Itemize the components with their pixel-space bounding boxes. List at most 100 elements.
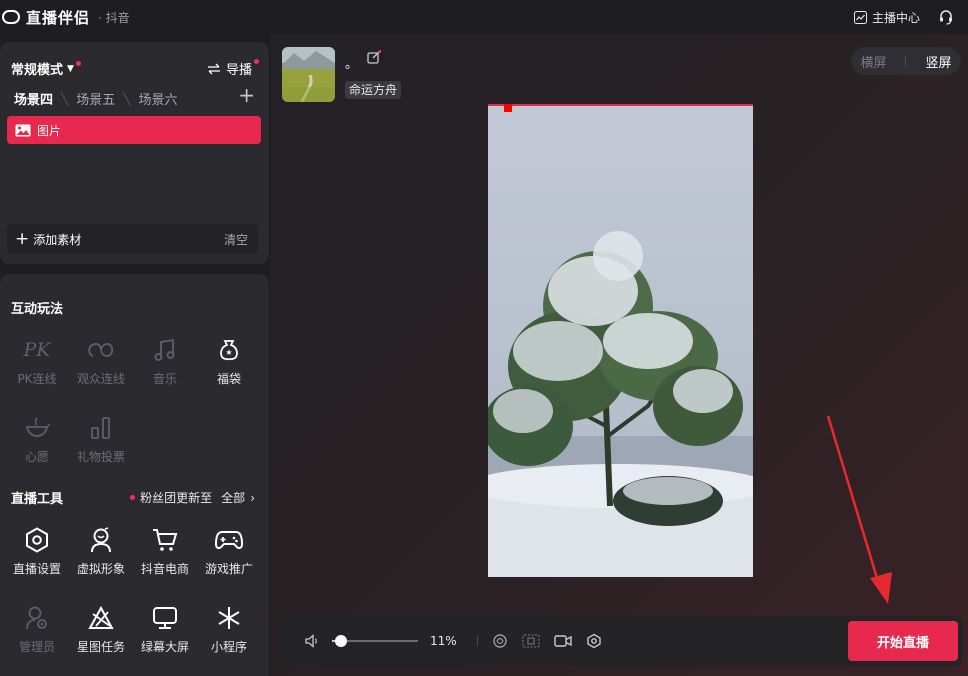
- tool-label: PK连线: [17, 372, 57, 386]
- green-screen-tool[interactable]: 绿幕大屏: [133, 598, 197, 676]
- tool-label: 绿幕大屏: [140, 640, 189, 654]
- game-promo-tool[interactable]: 游戏推广: [197, 520, 261, 598]
- title-bar: 直播伴侣 · 抖音 主播中心: [0, 0, 968, 34]
- tab-scene-6[interactable]: 场景六: [139, 89, 178, 108]
- tool-label: 管理员: [18, 640, 55, 654]
- live-tools-title: 直播工具: [11, 492, 64, 507]
- monitor-icon: [151, 604, 179, 632]
- divider: [905, 55, 907, 67]
- edit-title-icon[interactable]: [367, 50, 381, 64]
- tab-separator: ╲: [123, 91, 131, 106]
- chart-icon: [853, 10, 867, 24]
- control-bar: 11% 开始直播: [280, 616, 962, 666]
- stream-title: 。: [345, 57, 359, 72]
- pk-icon: PK: [23, 339, 51, 361]
- volume-slider[interactable]: [332, 635, 418, 647]
- mode-selector[interactable]: 常规模式 ▼: [11, 59, 81, 78]
- notification-dot: [130, 495, 136, 500]
- stream-cover-thumbnail[interactable]: [282, 47, 335, 102]
- gamepad-icon: [215, 526, 243, 554]
- tool-label: 游戏推广: [204, 562, 253, 576]
- scene-item-image[interactable]: 图片: [7, 116, 261, 144]
- music-icon: [151, 336, 179, 364]
- add-material-button[interactable]: + 添加素材: [15, 231, 81, 248]
- scene-tabs: 场景四 ╲ 场景五 ╲ 场景六: [14, 89, 178, 109]
- gift-vote-icon: [87, 414, 115, 442]
- admin-icon: [23, 604, 51, 632]
- mini-program-tool[interactable]: 小程序: [197, 598, 261, 676]
- swap-icon: [207, 63, 220, 74]
- cart-icon: [151, 526, 179, 554]
- screen-mirror-icon[interactable]: [522, 634, 540, 648]
- wish-icon: [23, 414, 51, 442]
- pk-link-tool[interactable]: PK PK连线: [5, 330, 69, 408]
- settings-icon[interactable]: [586, 633, 602, 649]
- mode-label: 常规模式: [11, 63, 64, 78]
- volume-knob[interactable]: [335, 635, 348, 647]
- orientation-toggle: 横屏 竖屏: [851, 47, 961, 75]
- svg-text:★: ★: [225, 348, 232, 357]
- headset-icon[interactable]: [938, 9, 954, 25]
- lucky-bag-tool[interactable]: ★ 福袋: [197, 330, 261, 408]
- stream-preview[interactable]: [488, 104, 753, 577]
- audience-link-icon: [87, 336, 115, 364]
- app-logo: 直播伴侣 · 抖音: [2, 7, 130, 28]
- music-tool[interactable]: 音乐: [133, 330, 197, 408]
- settings-hexagon-icon: [23, 526, 51, 554]
- audience-link-tool[interactable]: 观众连线: [69, 330, 133, 408]
- tab-scene-5[interactable]: 场景五: [76, 89, 115, 108]
- app-subtitle: · 抖音: [98, 10, 130, 25]
- star-map-icon: [87, 604, 115, 632]
- material-bar: + 添加素材 清空: [7, 224, 258, 254]
- notification-dot: [254, 59, 259, 64]
- tool-label: 观众连线: [76, 372, 125, 386]
- chevron-right-icon: ›: [250, 490, 255, 505]
- tool-label: 小程序: [210, 640, 247, 654]
- category-tag[interactable]: 命运方舟: [345, 81, 402, 99]
- logo-icon: [2, 10, 20, 24]
- divider: [476, 636, 478, 646]
- tool-label: 心愿: [24, 450, 49, 464]
- caret-down-icon: ▼: [67, 63, 74, 74]
- creator-center-link[interactable]: 主播中心: [853, 9, 920, 26]
- tool-label: 虚拟形象: [76, 562, 125, 576]
- tool-label: 礼物投票: [76, 450, 125, 464]
- start-live-button[interactable]: 开始直播: [848, 621, 958, 661]
- tool-label: 音乐: [152, 372, 177, 386]
- recording-indicator: [504, 104, 512, 112]
- tool-label: 抖音电商: [140, 562, 189, 576]
- volume-value: 11%: [430, 634, 457, 648]
- live-settings-tool[interactable]: 直播设置: [5, 520, 69, 598]
- creator-center-label: 主播中心: [871, 10, 920, 25]
- tool-label: 直播设置: [12, 562, 61, 576]
- notification-dot: [75, 61, 81, 66]
- interactive-grid: PK PK连线 观众连线 音乐 ★ 福袋 心愿 礼物投票: [5, 330, 261, 486]
- fan-club-notice[interactable]: 粉丝团更新至 全部 ›: [130, 489, 255, 506]
- lucky-bag-icon: ★: [215, 336, 243, 364]
- scenes-panel: 常规模式 ▼ 导播 场景四 ╲ 场景五 ╲ 场景六 + 图片 + 添加素材 清空: [0, 42, 269, 264]
- add-scene-icon[interactable]: +: [238, 85, 255, 105]
- star-map-tool[interactable]: 星图任务: [69, 598, 133, 676]
- admin-tool[interactable]: 管理员: [5, 598, 69, 676]
- scene-item-label: 图片: [37, 123, 62, 138]
- clear-button[interactable]: 清空: [224, 231, 248, 248]
- speaker-icon[interactable]: [304, 634, 320, 648]
- wish-tool[interactable]: 心愿: [5, 408, 69, 486]
- fan-club-text: 粉丝团更新至: [140, 491, 213, 505]
- tab-scene-4[interactable]: 场景四: [14, 89, 53, 108]
- avatar-figure-icon: [87, 526, 115, 554]
- tool-label: 星图任务: [76, 640, 125, 654]
- camera-icon[interactable]: [553, 634, 572, 648]
- tab-separator: ╲: [61, 91, 69, 106]
- douyin-shop-tool[interactable]: 抖音电商: [133, 520, 197, 598]
- landscape-option[interactable]: 横屏: [860, 52, 886, 71]
- gift-vote-tool[interactable]: 礼物投票: [69, 408, 133, 486]
- virtual-avatar-tool[interactable]: 虚拟形象: [69, 520, 133, 598]
- image-icon: [15, 124, 31, 136]
- portrait-option[interactable]: 竖屏: [925, 52, 951, 71]
- guide-button[interactable]: 导播: [207, 59, 259, 78]
- audio-effect-icon[interactable]: [492, 633, 508, 649]
- annotation-arrow: [826, 415, 892, 604]
- guide-label: 导播: [225, 63, 252, 78]
- tools-panel: 互动玩法 PK PK连线 观众连线 音乐 ★ 福袋 心愿 礼物投票 直播工具 粉…: [0, 274, 269, 676]
